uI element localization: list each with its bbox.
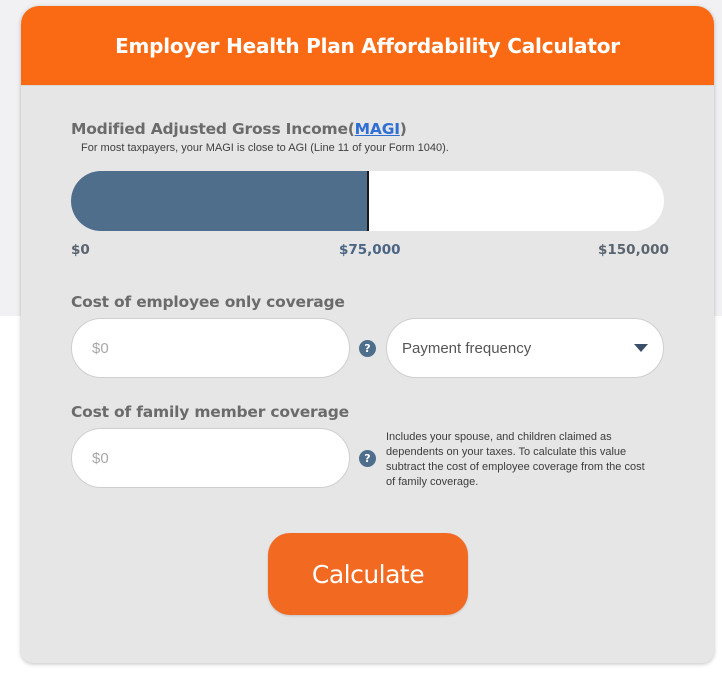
family-coverage-input[interactable] bbox=[71, 428, 350, 488]
slider-value-label: $75,000 bbox=[339, 242, 401, 258]
magi-label-suffix: ) bbox=[399, 120, 407, 138]
income-slider-fill bbox=[71, 171, 368, 231]
payment-frequency-select[interactable]: Payment frequency bbox=[386, 318, 664, 378]
page-title: Employer Health Plan Affordability Calcu… bbox=[115, 33, 620, 58]
magi-label-text: Modified Adjusted Gross Income( bbox=[71, 120, 355, 138]
income-slider[interactable] bbox=[71, 171, 664, 231]
employee-coverage-label: Cost of employee only coverage bbox=[71, 293, 345, 311]
family-coverage-label: Cost of family member coverage bbox=[71, 403, 349, 421]
income-slider-handle[interactable] bbox=[367, 171, 369, 231]
calculator-card: Employer Health Plan Affordability Calcu… bbox=[21, 6, 714, 663]
family-coverage-note: Includes your spouse, and children claim… bbox=[386, 431, 645, 488]
payment-frequency-placeholder: Payment frequency bbox=[402, 339, 532, 357]
slider-max-label: $150,000 bbox=[598, 242, 669, 258]
calculate-button[interactable]: Calculate bbox=[268, 533, 468, 615]
magi-hint: For most taxpayers, your MAGI is close t… bbox=[81, 142, 449, 154]
chevron-down-icon bbox=[634, 344, 648, 352]
calculator-header: Employer Health Plan Affordability Calcu… bbox=[21, 6, 714, 86]
employee-coverage-input[interactable] bbox=[71, 318, 350, 378]
slider-min-label: $0 bbox=[71, 242, 90, 258]
magi-link[interactable]: MAGI bbox=[355, 120, 400, 138]
magi-label: Modified Adjusted Gross Income(MAGI) bbox=[71, 120, 407, 138]
question-circle-icon[interactable]: ? bbox=[359, 450, 376, 467]
question-circle-icon[interactable]: ? bbox=[359, 340, 376, 357]
